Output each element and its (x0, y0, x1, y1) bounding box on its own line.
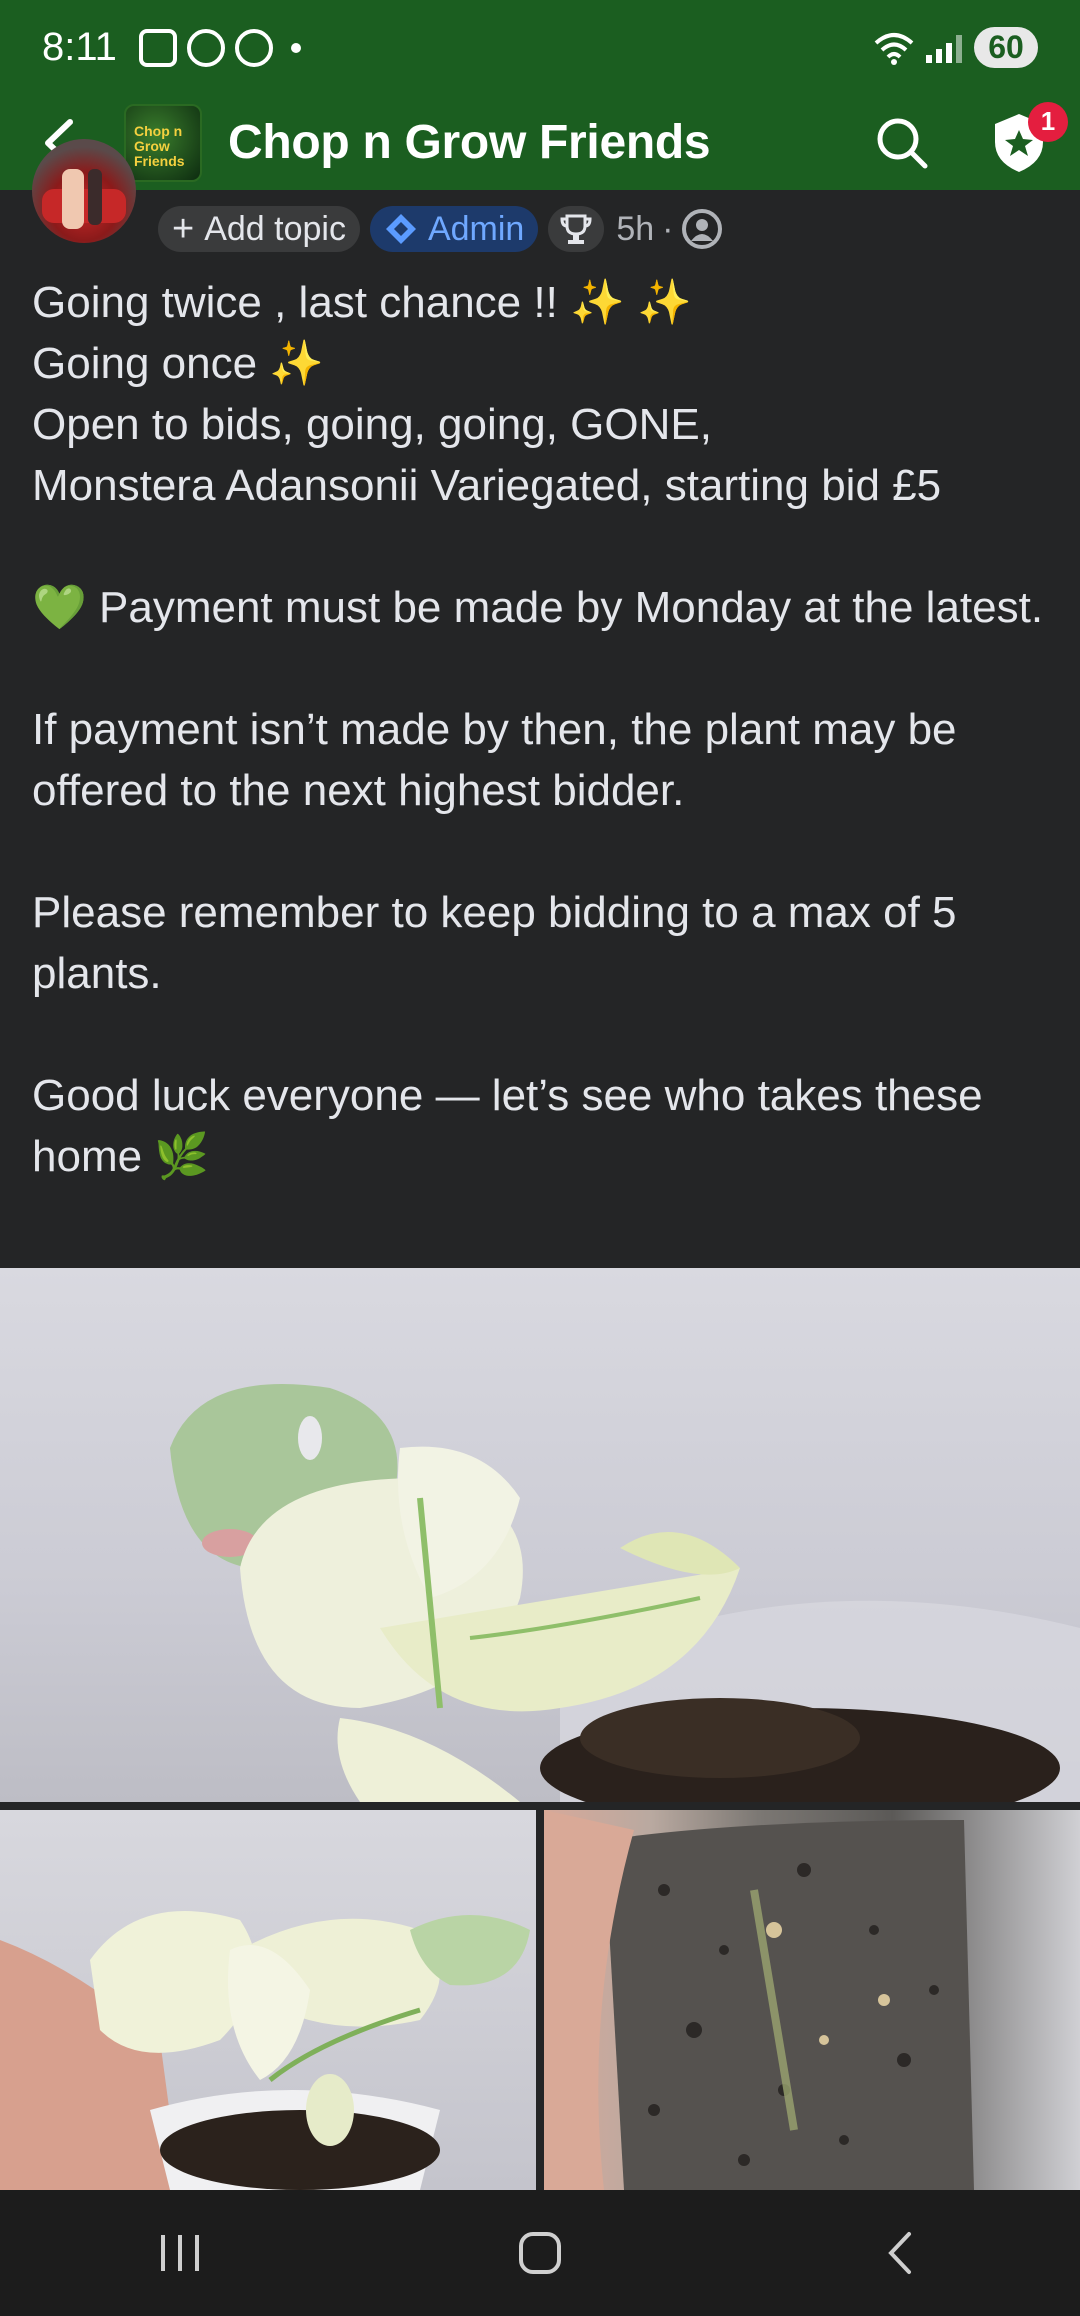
post-line: Monstera Adansonii Variegated, starting … (32, 461, 942, 510)
add-topic-button[interactable]: + Add topic (158, 206, 360, 252)
post-photo-main[interactable] (0, 1268, 1080, 1802)
status-time: 8:11 (42, 25, 117, 69)
back-icon[interactable] (855, 2208, 945, 2298)
admin-label: Admin (427, 209, 525, 248)
post-body: Going twice , last chance !! ✨ ✨ Going o… (32, 272, 1062, 1187)
search-icon[interactable] (872, 113, 932, 173)
post-line: If payment isn’t made by then, the plant… (32, 705, 957, 815)
notification-dot-icon (290, 42, 301, 53)
screenshot-icon (138, 28, 177, 67)
post-time: 5h (616, 209, 655, 248)
author-avatar[interactable] (32, 139, 136, 243)
system-nav-bar (0, 2190, 1080, 2316)
post-line: Going once ✨ (32, 339, 325, 388)
app-header: Chop n Grow Friends Chop n Grow Friends … (0, 95, 1080, 190)
recent-apps-icon[interactable] (135, 2208, 225, 2298)
add-topic-label: Add topic (204, 209, 346, 248)
home-icon[interactable] (495, 2208, 585, 2298)
status-bar: 8:11 60 (0, 0, 1080, 95)
post-line: Please remember to keep bidding to a max… (32, 888, 957, 998)
post-meta-row: + Add topic Admin 5h · (0, 139, 1080, 268)
post-line: Good luck everyone — let’s see who takes… (32, 1071, 983, 1181)
post-photo-bottom-right[interactable] (544, 1810, 1080, 2190)
post-line: Going twice , last chance !! ✨ ✨ (32, 278, 692, 327)
group-logo-text: Chop n Grow Friends (134, 122, 185, 169)
status-left-icons (138, 28, 301, 67)
threads-icon (186, 28, 225, 67)
admin-badge[interactable]: Admin (369, 206, 539, 252)
post-line: Open to bids, going, going, GONE, (32, 400, 712, 449)
group-logo[interactable]: Chop n Grow Friends (124, 103, 202, 182)
status-right-icons: 60 (874, 27, 1038, 68)
signal-icon (926, 33, 962, 63)
notification-badge: 1 (1028, 101, 1068, 142)
audience-members-icon[interactable] (681, 209, 722, 249)
admin-diamond-icon (385, 214, 416, 244)
post-photo-bottom-left[interactable] (0, 1810, 536, 2190)
trophy-badge[interactable] (548, 206, 605, 252)
battery-level: 60 (974, 27, 1038, 68)
meta-separator: · (662, 209, 674, 248)
header-actions: 1 (872, 101, 1068, 174)
admin-shield-button[interactable]: 1 (988, 101, 1068, 174)
trophy-icon (560, 214, 592, 244)
post-line: 💚 Payment must be made by Monday at the … (32, 583, 1044, 632)
group-title[interactable]: Chop n Grow Friends (228, 115, 711, 170)
plus-icon: + (172, 207, 195, 250)
wifi-icon (874, 32, 914, 65)
messenger-icon (234, 28, 273, 67)
